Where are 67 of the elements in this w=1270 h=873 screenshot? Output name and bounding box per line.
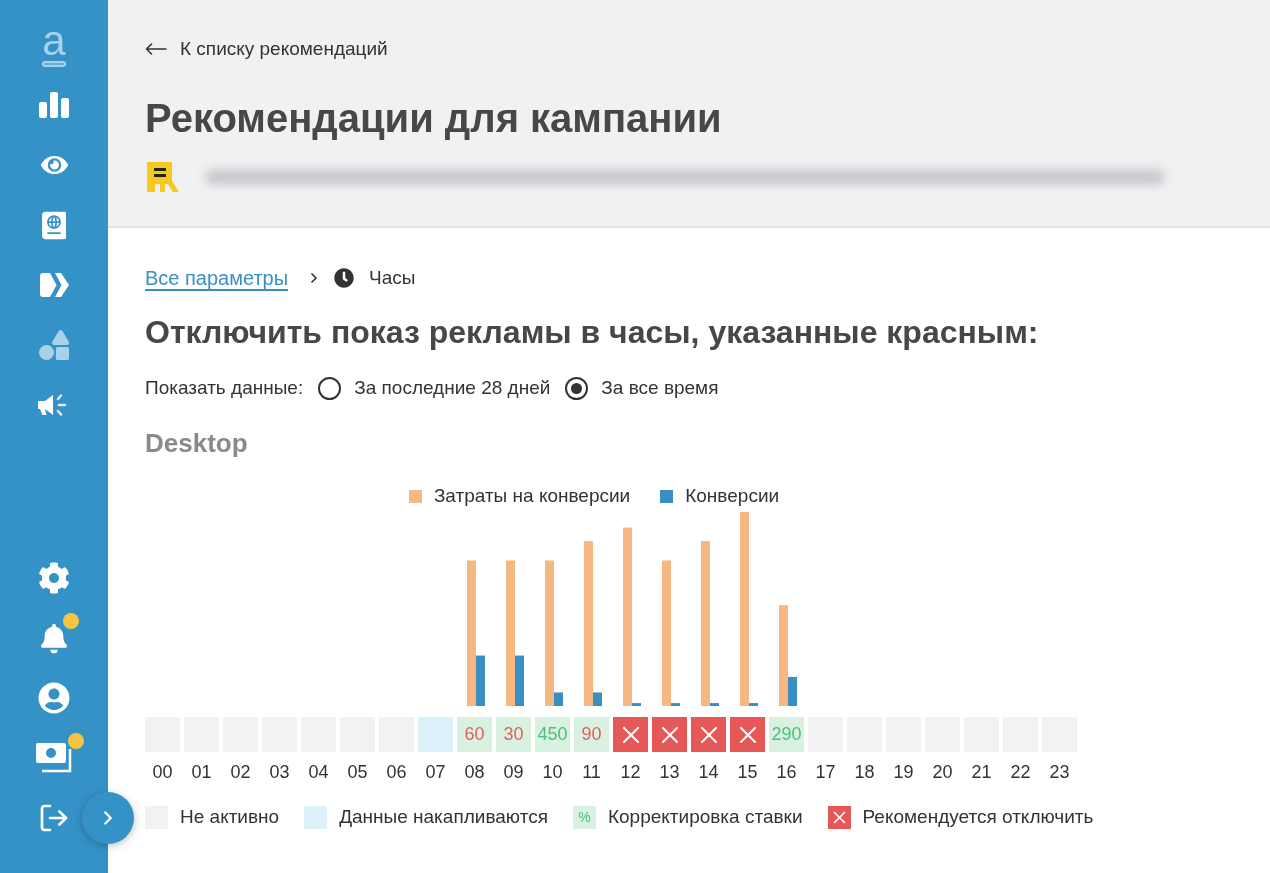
hour-label: 08 — [463, 761, 486, 783]
legend-label: Данные накапливаются — [339, 804, 548, 829]
breadcrumb-current: Часы — [369, 265, 416, 290]
hour-label: 11 — [581, 761, 602, 783]
cross-icon — [622, 726, 639, 743]
legend-swatch-icon — [304, 805, 328, 829]
hour-label: 22 — [1009, 761, 1032, 783]
radio-icon[interactable] — [565, 376, 589, 400]
back-link[interactable]: К списку рекомендаций — [145, 37, 388, 61]
hour-label: 03 — [268, 761, 291, 783]
expand-button[interactable] — [82, 792, 134, 844]
hour-label: 01 — [190, 761, 213, 783]
hour-label: 09 — [502, 761, 525, 783]
legend-label: Не активно — [180, 804, 280, 829]
user-icon[interactable] — [38, 682, 70, 714]
legend-label: Конверсии — [685, 486, 780, 506]
hour-cell: 60 — [457, 717, 492, 752]
hour-label: 02 — [229, 761, 252, 783]
hour-label: 10 — [541, 761, 564, 783]
hour-label: 06 — [385, 761, 408, 783]
logout-icon[interactable] — [38, 802, 70, 834]
hour-label: 16 — [775, 761, 798, 783]
cross-icon — [661, 726, 678, 743]
radio-icon[interactable] — [318, 376, 342, 400]
hour-label: 05 — [346, 761, 369, 783]
hour-label: 17 — [814, 761, 837, 783]
percent-swatch: % — [572, 805, 596, 829]
hour-label: 18 — [853, 761, 876, 783]
bar-chart-icon[interactable] — [39, 92, 69, 118]
legend-label: Корректировка ставки — [607, 804, 803, 829]
money-icon[interactable] — [36, 743, 72, 773]
double-chevron-icon[interactable] — [39, 273, 69, 297]
device-title: Desktop — [145, 428, 248, 458]
hour-label: 04 — [307, 761, 330, 783]
campaign-icon — [147, 162, 179, 192]
breadcrumb-link[interactable]: Все параметры — [145, 263, 289, 293]
legend-label: Затраты на конверсии — [433, 486, 631, 506]
filter-label: Показать данные: — [145, 375, 304, 400]
settings-icon[interactable] — [38, 562, 70, 594]
hour-cell: 90 — [574, 717, 609, 752]
hour-label: 12 — [619, 761, 642, 783]
shapes-icon[interactable] — [39, 330, 69, 360]
cross-icon — [739, 726, 756, 743]
hour-cell: 290 — [769, 717, 804, 752]
page-title: Рекомендации для кампании — [145, 96, 722, 140]
legend-label: Рекомендуется отключить — [862, 804, 1094, 829]
radio-option[interactable]: За последние 28 дней — [318, 373, 551, 403]
hour-label: 19 — [892, 761, 915, 783]
cross-icon — [700, 726, 717, 743]
hour-label: 15 — [736, 761, 759, 783]
cross-icon — [827, 805, 851, 829]
section-heading: Отключить показ рекламы в часы, указанные красным: — [145, 314, 1039, 350]
hour-label: 14 — [697, 761, 720, 783]
hour-label: 00 — [151, 761, 174, 783]
arrow-left-icon — [145, 43, 167, 55]
hour-label: 20 — [931, 761, 954, 783]
bell-icon[interactable] — [41, 622, 67, 654]
hour-label: 21 — [970, 761, 993, 783]
clock-icon — [334, 268, 355, 288]
passport-icon[interactable] — [42, 209, 66, 241]
hour-label: 07 — [424, 761, 447, 783]
hour-cell: 30 — [496, 717, 531, 752]
hour-label: 23 — [1048, 761, 1071, 783]
hour-cell: 450 — [535, 717, 570, 752]
hour-cell — [418, 717, 453, 752]
radio-option[interactable]: За все время — [565, 373, 719, 403]
hour-label: 13 — [658, 761, 681, 783]
